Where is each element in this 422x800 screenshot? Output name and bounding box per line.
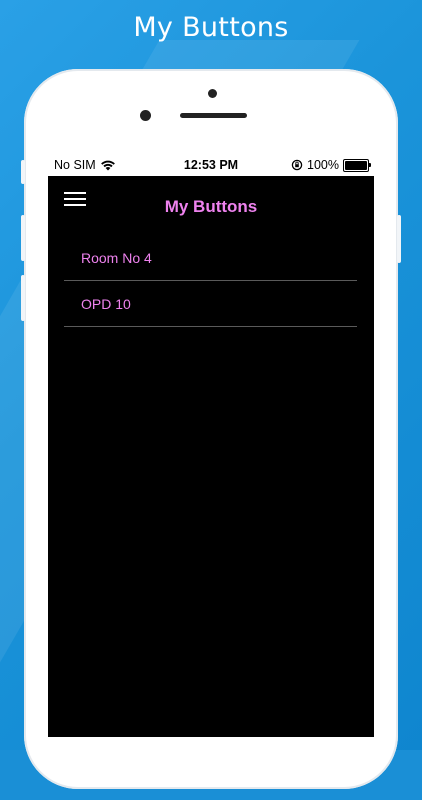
- status-bar: No SIM 12:53 PM 100%: [48, 155, 374, 176]
- battery-tip: [369, 162, 371, 167]
- phone-power-button: [397, 215, 401, 263]
- page-title: My Buttons: [164, 197, 258, 216]
- nav-bar: My Buttons: [48, 176, 374, 230]
- earpiece-speaker: [180, 113, 247, 118]
- battery-level: [345, 160, 367, 170]
- list-item[interactable]: OPD 10: [64, 281, 357, 327]
- app-screen: No SIM 12:53 PM 100% My Buttons Room No …: [48, 155, 374, 737]
- battery-percent: 100%: [307, 158, 339, 172]
- front-camera: [208, 89, 217, 98]
- phone-volume-up: [21, 215, 25, 261]
- list-item[interactable]: Room No 4: [64, 235, 357, 281]
- phone-volume-down: [21, 275, 25, 321]
- phone-silent-switch: [21, 160, 25, 184]
- orientation-lock-icon: [291, 159, 303, 171]
- list-item-label: Room No 4: [81, 249, 152, 266]
- list-item-label: OPD 10: [81, 295, 131, 312]
- proximity-sensor: [140, 110, 151, 121]
- button-list: Room No 4 OPD 10: [64, 235, 357, 327]
- battery-icon: [343, 158, 371, 172]
- status-bar-right: 100%: [291, 158, 371, 172]
- promo-headline: My Buttons: [133, 12, 289, 43]
